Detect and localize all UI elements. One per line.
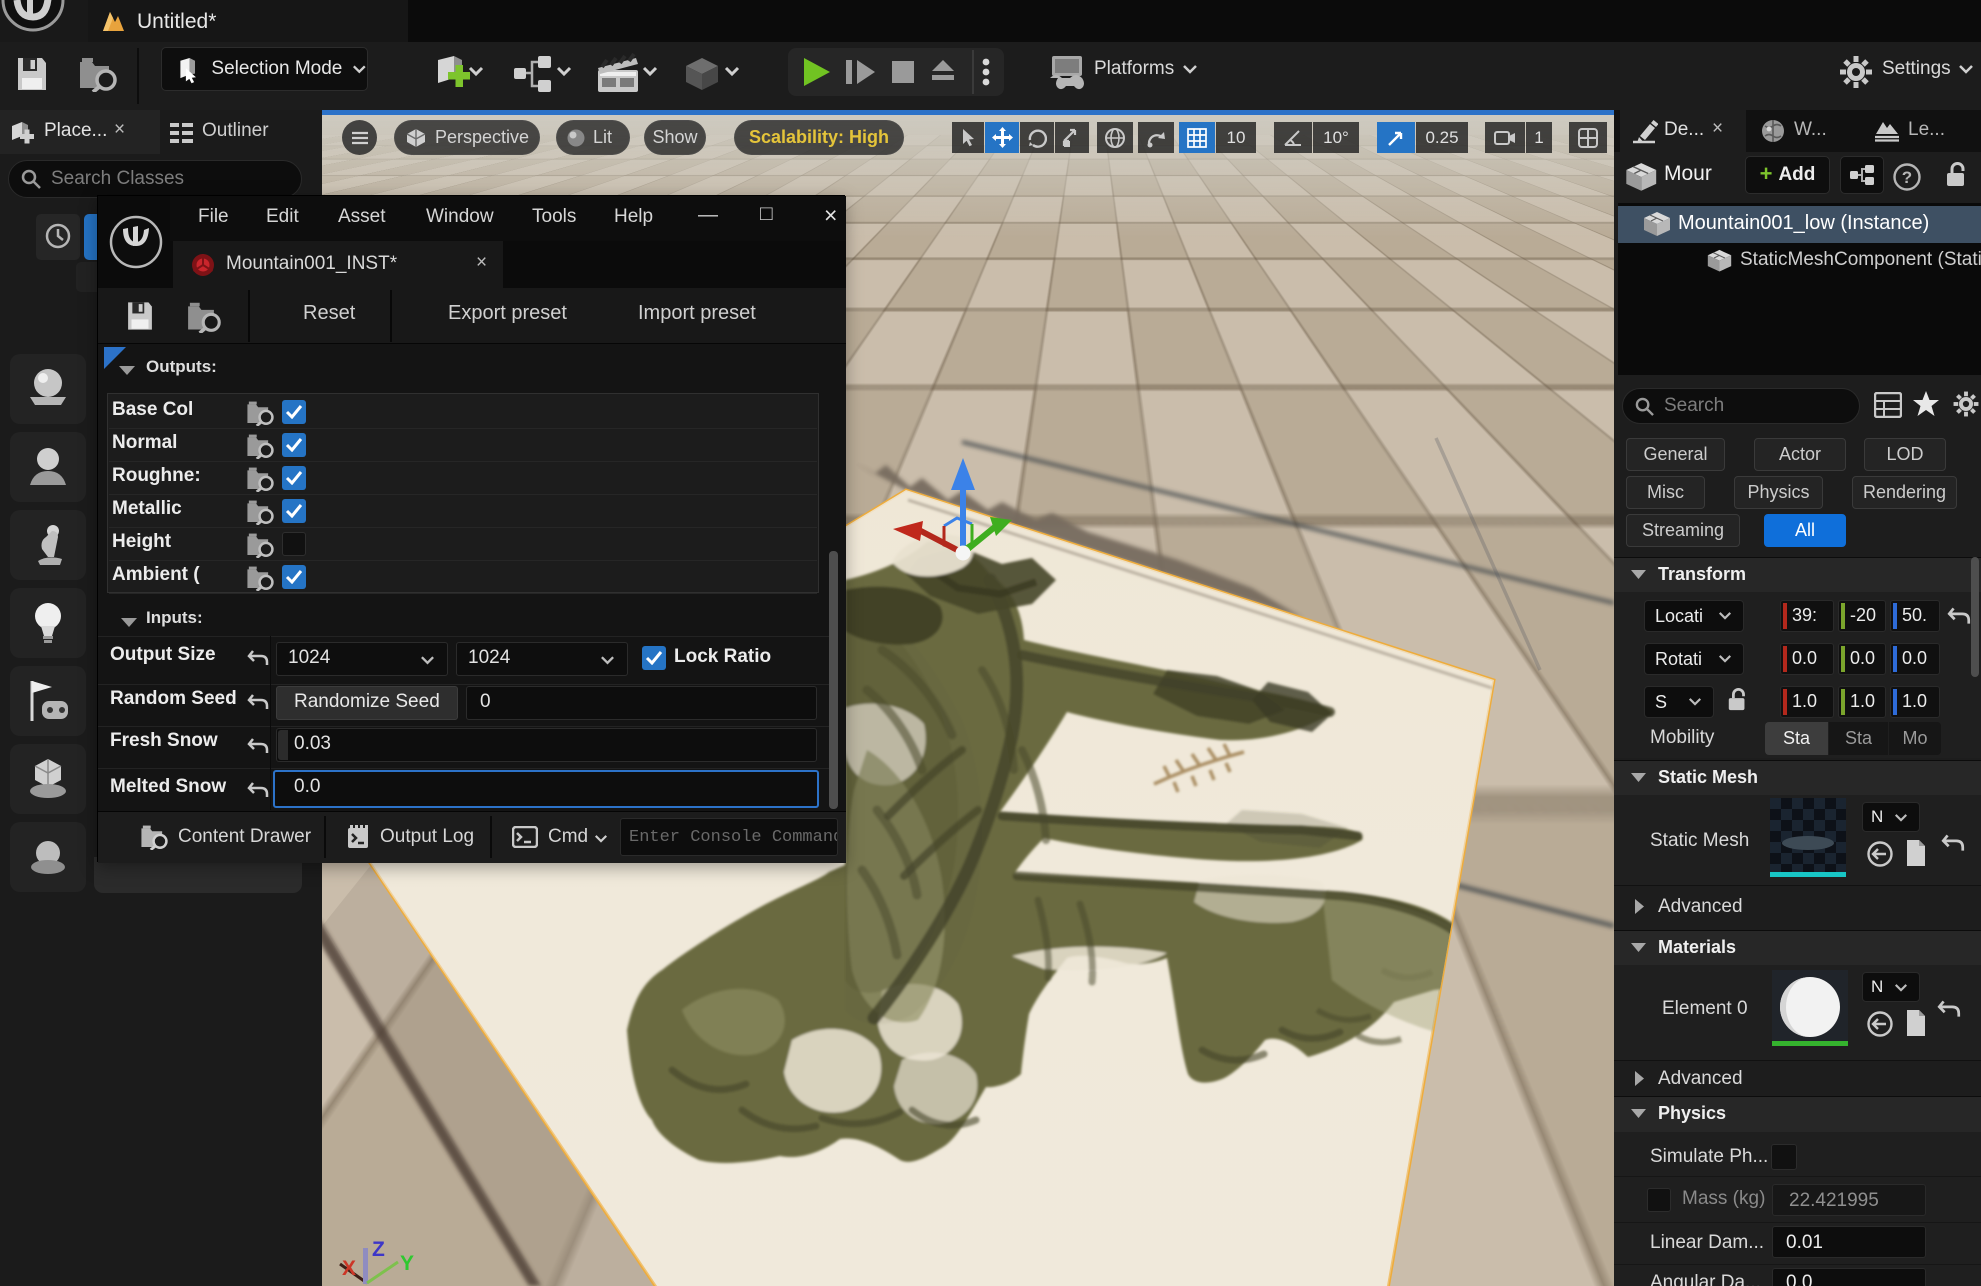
svg-text:X: X <box>342 1257 356 1280</box>
svg-text:Z: Z <box>372 1238 385 1261</box>
svg-text:?: ? <box>1902 168 1912 187</box>
svg-text:Y: Y <box>400 1252 414 1275</box>
